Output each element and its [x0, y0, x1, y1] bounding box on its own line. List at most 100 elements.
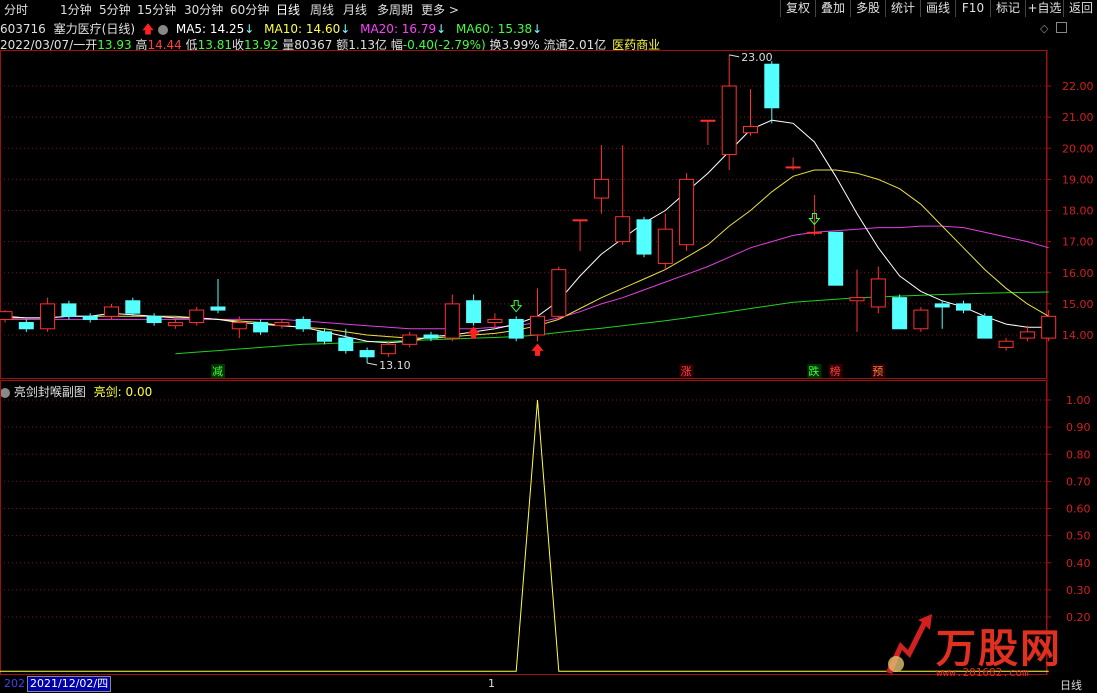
ma10-label: MA10: 14.60 — [264, 22, 341, 36]
candlestick-chart[interactable]: 22.00 21.00 20.00 19.00 18.00 17.00 16.00 15.00… — [0, 50, 1097, 380]
signal-label: 跌 — [808, 364, 819, 378]
candle-body-up — [1019, 331, 1035, 339]
draw-line-button[interactable]: 画线 — [920, 0, 955, 17]
y-tick-label: 0.40 — [1066, 557, 1091, 570]
low-marker-line — [367, 362, 378, 366]
f10-button[interactable]: F10 — [955, 0, 990, 17]
candle-body-down — [253, 322, 269, 333]
ma5-arrow-icon: ↓ — [244, 22, 255, 36]
back-button[interactable]: 返回 — [1063, 0, 1097, 17]
add-watchlist-button[interactable]: +自选 — [1025, 0, 1063, 17]
y-tick-label: 0.50 — [1066, 530, 1091, 543]
y-tick-label: 17.00 — [1062, 236, 1094, 249]
candle-body-down — [338, 337, 354, 352]
candle-body-down — [18, 322, 34, 330]
high-marker-label: 23.00 — [741, 51, 773, 64]
diamond-icon[interactable]: ◇ — [1040, 22, 1048, 35]
y-tick-label: 0.60 — [1066, 503, 1091, 516]
overlay-button[interactable]: 叠加 — [815, 0, 850, 17]
axis-mark: 1 — [488, 677, 495, 690]
y-tick-label: 14.00 — [1062, 329, 1094, 342]
candle-body-up — [444, 303, 460, 339]
y-tick-label: 16.00 — [1062, 267, 1094, 280]
period-tab-monthly[interactable]: 月线 — [343, 1, 367, 18]
candle-body-up — [849, 297, 865, 302]
candle-body-up — [721, 85, 737, 155]
period-tab-60min[interactable]: 60分钟 — [230, 1, 269, 18]
candle-body-up — [572, 219, 588, 222]
candle-body-up — [593, 178, 609, 199]
ma20-label: MA20: 16.79 — [360, 22, 437, 36]
period-tab-daily[interactable]: 日线 — [276, 1, 300, 18]
candle-body-down — [828, 231, 844, 286]
y-tick-label: 0.70 — [1066, 475, 1091, 488]
candle-body-up — [104, 306, 119, 317]
up-arrow-icon: 🡅 — [141, 22, 155, 36]
signal-label: 减 — [212, 365, 223, 378]
y-tick-label: 0.90 — [1066, 421, 1091, 434]
period-tag: (日线) — [101, 22, 136, 36]
statistics-button[interactable]: 统计 — [885, 0, 920, 17]
stock-name: 塞力医疗 — [53, 22, 102, 36]
candle-body-down — [956, 303, 971, 311]
candle-body-up — [615, 216, 631, 243]
adjust-button[interactable]: 复权 — [780, 0, 815, 17]
candle-body-up — [870, 278, 886, 308]
sell-arrow-icon — [510, 300, 523, 313]
candle-body-down — [508, 318, 524, 339]
candle-body-up — [785, 166, 801, 169]
period-toolbar: 分时 1分钟 5分钟 15分钟 30分钟 60分钟 日线 周线 月线 多周期 更… — [0, 0, 1097, 18]
low-marker-label: 13.10 — [379, 359, 411, 372]
logo-arrow-icon — [886, 614, 932, 674]
candle-body-down — [892, 297, 908, 330]
y-tick-label: 15.00 — [1062, 298, 1094, 311]
y-tick-label: 19.00 — [1062, 173, 1094, 186]
y-tick-label: 0.30 — [1066, 584, 1091, 597]
candle-body-up — [657, 228, 673, 264]
signal-label: 预 — [872, 365, 883, 378]
candle-body-down — [977, 315, 993, 339]
candle-body-down — [636, 219, 652, 255]
candle-body-down — [295, 318, 311, 330]
period-tab-30min[interactable]: 30分钟 — [184, 1, 223, 18]
candle-body-up — [998, 340, 1014, 348]
candle-body-down — [125, 300, 141, 314]
period-tab-intraday[interactable]: 分时 — [4, 1, 28, 18]
candle-body-down — [146, 315, 162, 324]
candle-body-up — [551, 269, 567, 317]
candle-body-up — [189, 309, 205, 324]
candle-body-up — [806, 231, 822, 234]
settings-circle-icon[interactable] — [158, 24, 169, 35]
candle-body-down — [210, 306, 226, 311]
signal-label: 榜 — [830, 364, 841, 378]
candle-body-up — [913, 309, 929, 330]
candle-body-up — [402, 334, 418, 345]
date-prefix: 202 — [4, 677, 25, 690]
cursor-date-box: 2021/12/02/四 — [27, 676, 112, 692]
y-tick-label: 20.00 — [1062, 142, 1094, 155]
candle-body-down — [466, 300, 482, 324]
period-tab-multi[interactable]: 多周期 — [377, 1, 413, 18]
multi-stock-button[interactable]: 多股 — [850, 0, 885, 17]
stock-code: 603716 — [0, 22, 46, 36]
candle-body-up — [274, 322, 290, 327]
candle-body-up — [700, 119, 716, 122]
high-marker-line — [729, 54, 740, 58]
period-tab-more[interactable]: 更多 > — [421, 1, 459, 18]
ma60-label: MA60: 15.38 — [456, 22, 533, 36]
candle-body-down — [764, 63, 780, 109]
candle-body-down — [934, 303, 950, 308]
candle-body-down — [423, 334, 439, 339]
quote-line: 2022/03/07/一开13.93 高14.44 低13.81收13.92 量… — [0, 36, 660, 52]
period-tab-1min[interactable]: 1分钟 — [60, 1, 92, 18]
mark-button[interactable]: 标记 — [990, 0, 1025, 17]
period-tab-5min[interactable]: 5分钟 — [99, 1, 131, 18]
candle-body-down — [61, 303, 77, 317]
candle-body-up — [679, 178, 695, 246]
signal-label: 涨 — [681, 365, 692, 378]
period-tab-weekly[interactable]: 周线 — [310, 1, 334, 18]
maximize-icon[interactable] — [1056, 22, 1067, 33]
y-tick-label: 18.00 — [1062, 205, 1094, 218]
candle-body-up — [40, 303, 56, 330]
period-tab-15min[interactable]: 15分钟 — [137, 1, 176, 18]
